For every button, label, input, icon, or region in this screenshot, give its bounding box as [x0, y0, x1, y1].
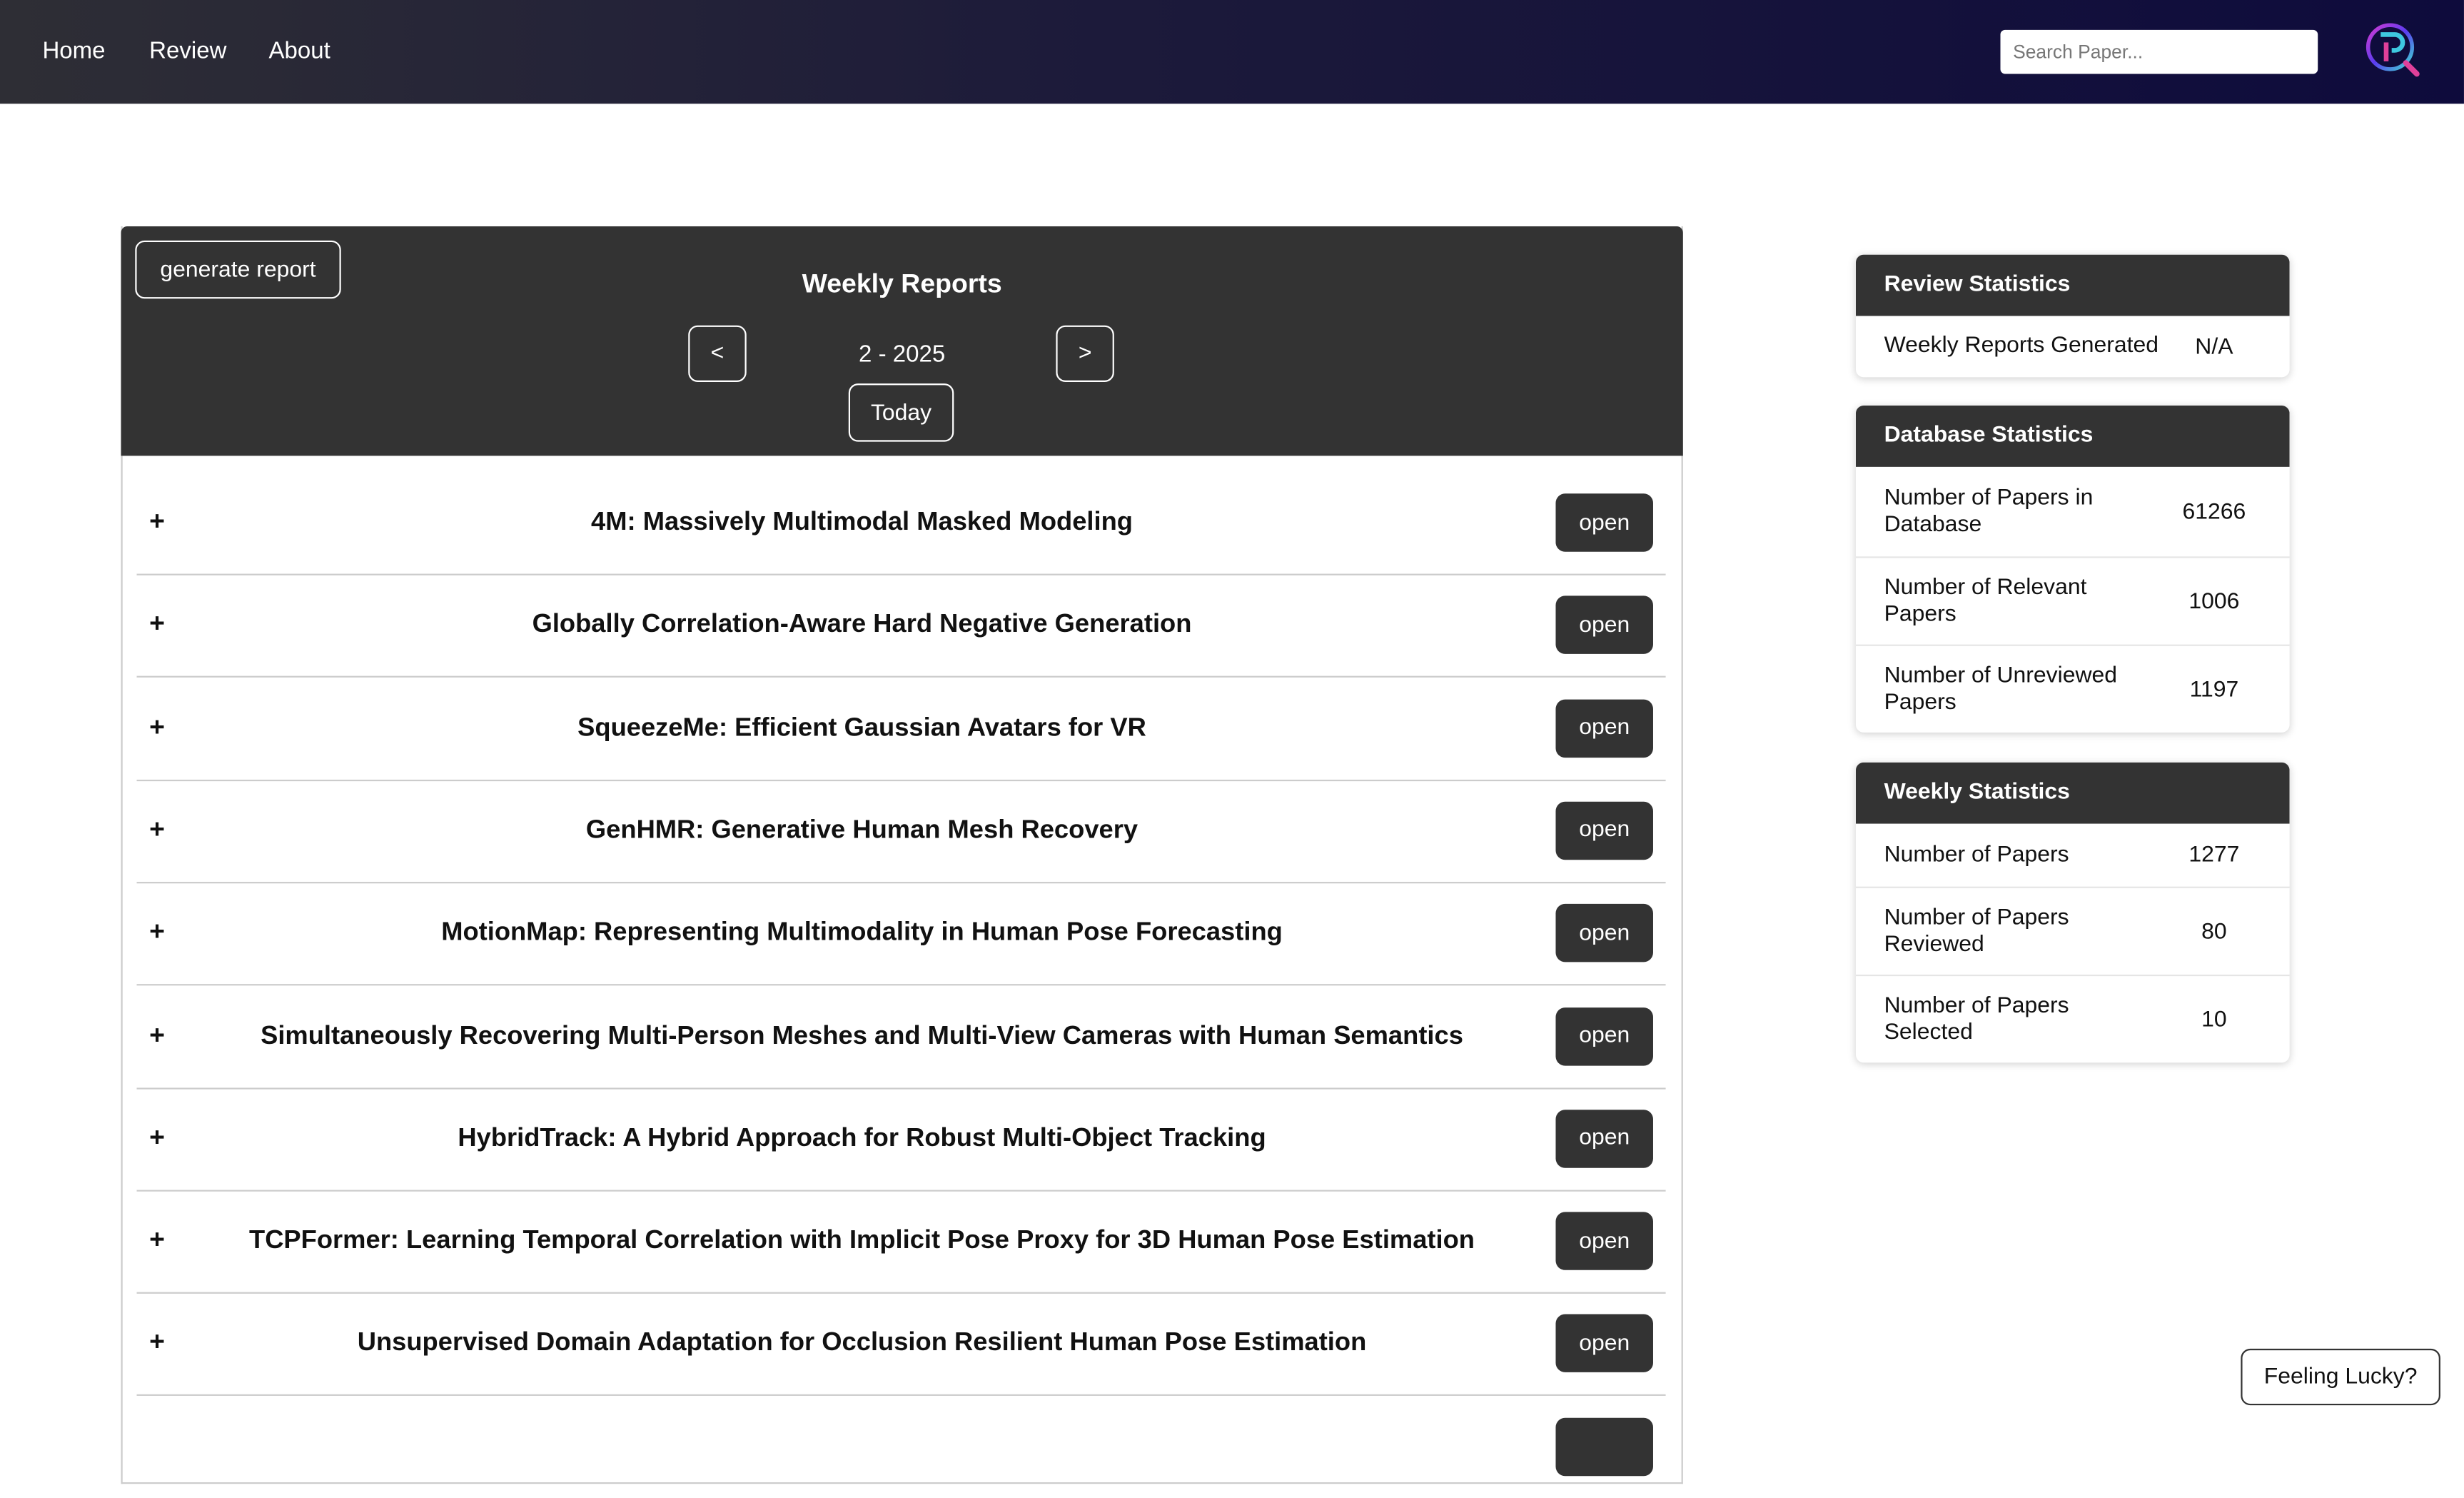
- open-button[interactable]: open: [1555, 904, 1653, 962]
- stat-value: 1277: [2188, 843, 2240, 868]
- weekly-statistics-card: Weekly Statistics Number of Papers 1277 N…: [1855, 762, 2290, 1063]
- expand-icon[interactable]: +: [149, 609, 165, 640]
- stat-value: 61266: [2182, 498, 2246, 525]
- nav-about[interactable]: About: [268, 38, 330, 64]
- stat-row: Number of Unreviewed Papers 1197: [1855, 644, 2290, 733]
- weekly-reports-header: generate report Weekly Reports < 2 - 202…: [121, 226, 1683, 456]
- paper-row: + HybridTrack: A Hybrid Approach for Rob…: [136, 1087, 1666, 1192]
- paper-title: Simultaneously Recovering Multi-Person M…: [261, 1020, 1463, 1050]
- stat-value: 10: [2201, 1007, 2227, 1032]
- stat-value: 80: [2201, 918, 2227, 945]
- expand-icon[interactable]: +: [149, 814, 165, 845]
- expand-icon[interactable]: +: [149, 1020, 165, 1051]
- week-label: 2 - 2025: [859, 341, 946, 368]
- stat-value: 1006: [2188, 588, 2240, 614]
- open-button[interactable]: open: [1555, 801, 1653, 860]
- stat-row: Number of Papers 1277: [1856, 824, 2290, 887]
- paper-title: HybridTrack: A Hybrid Approach for Robus…: [458, 1123, 1266, 1152]
- open-button[interactable]: open: [1555, 1314, 1653, 1373]
- open-button[interactable]: open: [1555, 596, 1653, 655]
- feeling-lucky-button[interactable]: Feeling Lucky?: [2241, 1348, 2440, 1406]
- paper-row: + MotionMap: Representing Multimodality …: [136, 882, 1666, 986]
- paper-row: [137, 1396, 1666, 1498]
- stat-label: Number of Papers: [1884, 841, 2069, 868]
- paper-row: + Globally Correlation-Aware Hard Negati…: [136, 574, 1666, 678]
- stat-row: Number of Papers Selected 10: [1855, 974, 2290, 1062]
- paper-title: GenHMR: Generative Human Mesh Recovery: [585, 815, 1138, 844]
- paper-row: + GenHMR: Generative Human Mesh Recovery…: [136, 780, 1666, 884]
- paper-title: Unsupervised Domain Adaptation for Occlu…: [357, 1329, 1367, 1357]
- paper-title: SqueezeMe: Efficient Gaussian Avatars fo…: [577, 713, 1146, 742]
- database-statistics-card: Database Statistics Number of Papers in …: [1855, 405, 2290, 733]
- paper-title: TCPFormer: Learning Temporal Correlation…: [249, 1226, 1475, 1255]
- expand-icon[interactable]: +: [149, 1225, 165, 1256]
- search-input[interactable]: [2000, 29, 2318, 74]
- review-statistics-card: Review Statistics Weekly Reports Generat…: [1855, 254, 2290, 378]
- stat-label: Number of Relevant Papers: [1884, 574, 2087, 627]
- paper-row: + 4M: Massively Multimodal Masked Modeli…: [136, 471, 1666, 575]
- nav-home[interactable]: Home: [42, 38, 105, 64]
- top-navbar: Home Review About: [0, 0, 2464, 104]
- expand-icon[interactable]: +: [149, 506, 165, 538]
- open-button[interactable]: open: [1555, 1109, 1653, 1168]
- card-title: Review Statistics: [1855, 254, 2290, 316]
- nav-review[interactable]: Review: [149, 38, 226, 64]
- open-button[interactable]: open: [1555, 493, 1653, 552]
- weekly-reports-title: Weekly Reports: [802, 268, 1002, 299]
- stat-label: Weekly Reports Generated: [1884, 333, 2159, 358]
- expand-icon[interactable]: +: [149, 711, 165, 743]
- expand-icon[interactable]: +: [149, 1327, 165, 1359]
- paper-row: + Simultaneously Recovering Multi-Person…: [136, 985, 1666, 1089]
- stat-row: Weekly Reports Generated N/A: [1856, 316, 2290, 378]
- paper-row: + TCPFormer: Learning Temporal Correlati…: [136, 1190, 1666, 1295]
- card-title: Weekly Statistics: [1855, 762, 2290, 824]
- paper-title: Globally Correlation-Aware Hard Negative…: [532, 610, 1192, 639]
- stat-label: Number of Papers Selected: [1884, 992, 2069, 1045]
- next-week-button[interactable]: >: [1056, 325, 1114, 382]
- today-button[interactable]: Today: [848, 383, 954, 442]
- expand-icon[interactable]: +: [149, 917, 165, 948]
- stat-label: Number of Papers Reviewed: [1884, 904, 2069, 957]
- stat-value: N/A: [2195, 333, 2233, 360]
- logo-icon[interactable]: [2362, 19, 2425, 81]
- stat-value: 1197: [2189, 676, 2239, 702]
- paper-row: + SqueezeMe: Efficient Gaussian Avatars …: [136, 677, 1666, 781]
- open-button[interactable]: [1555, 1417, 1653, 1477]
- stat-label: Number of Unreviewed Papers: [1884, 662, 2118, 715]
- stat-row: Number of Relevant Papers 1006: [1855, 556, 2290, 644]
- stat-label: Number of Papers in Database: [1884, 485, 2094, 537]
- expand-icon[interactable]: +: [149, 1122, 165, 1153]
- open-button[interactable]: open: [1555, 698, 1653, 758]
- card-title: Database Statistics: [1855, 405, 2290, 467]
- paper-title: MotionMap: Representing Multimodality in…: [441, 918, 1283, 947]
- stat-row: Number of Papers Reviewed 80: [1855, 886, 2290, 975]
- paper-title: 4M: Massively Multimodal Masked Modeling: [591, 508, 1133, 536]
- stat-row: Number of Papers in Database 61266: [1856, 467, 2290, 556]
- open-button[interactable]: open: [1555, 1212, 1653, 1271]
- open-button[interactable]: open: [1555, 1007, 1653, 1065]
- paper-row: + Unsupervised Domain Adaptation for Occ…: [136, 1292, 1666, 1397]
